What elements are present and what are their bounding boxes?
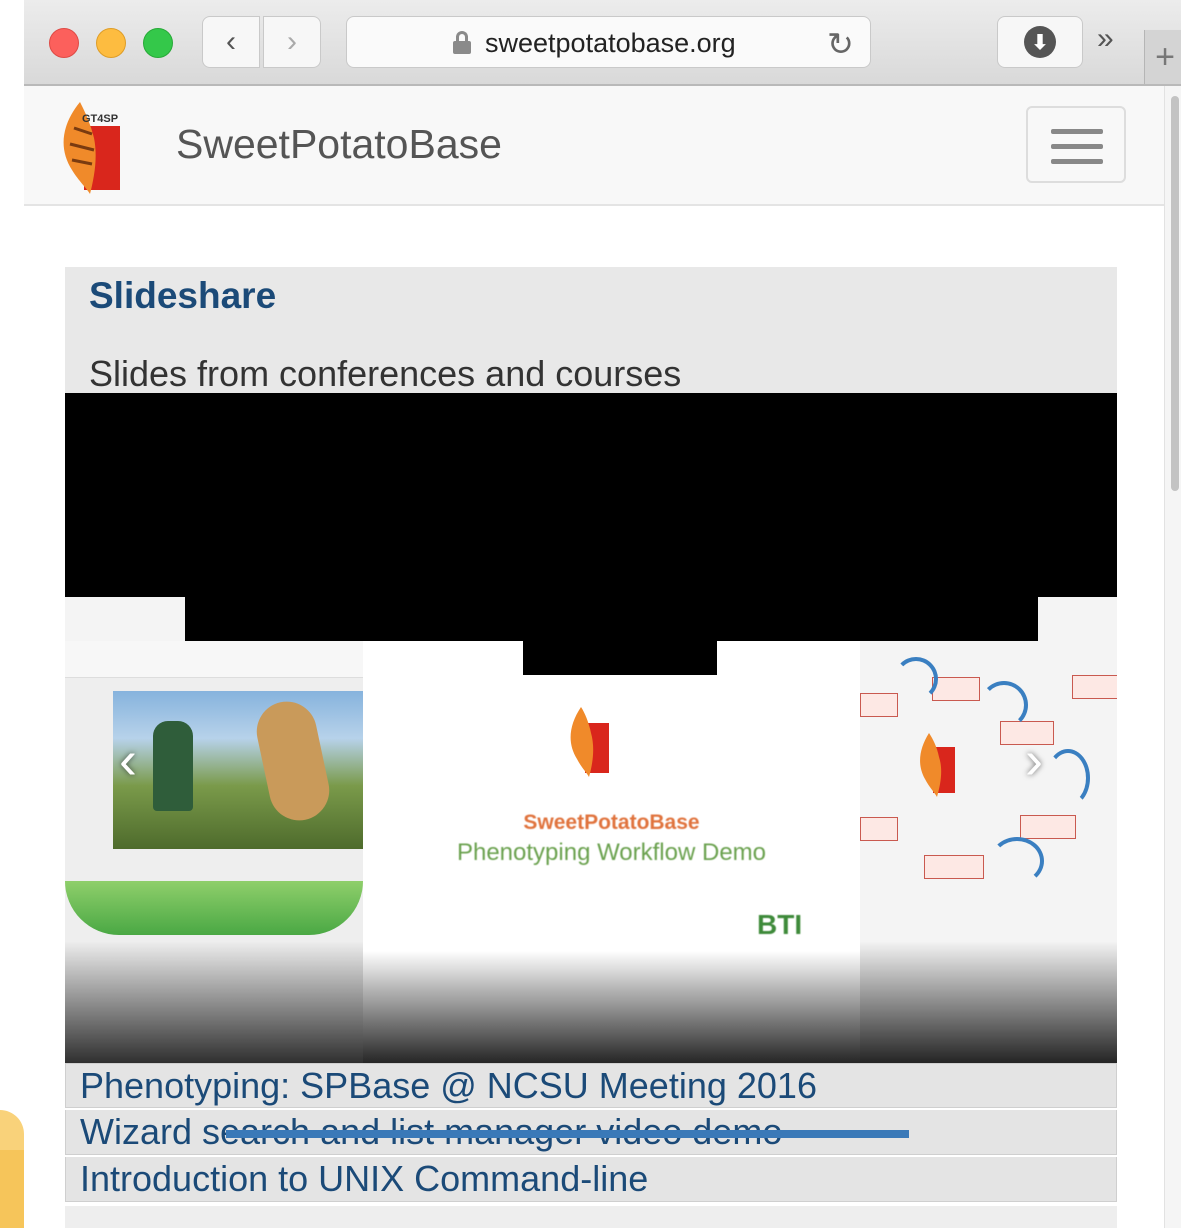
new-tab-button[interactable]: + xyxy=(1144,30,1181,84)
back-button[interactable]: ‹ xyxy=(202,16,260,68)
carousel-prev-icon[interactable]: ‹ xyxy=(119,729,137,791)
list-item[interactable]: Phenotyping: SPBase @ NCSU Meeting 2016 xyxy=(65,1063,1117,1108)
lock-icon xyxy=(453,31,471,54)
menu-icon xyxy=(1051,129,1103,134)
slide-carousel[interactable]: SweetPotatoBase Phenotyping Workflow Dem… xyxy=(65,393,1117,1063)
slideshare-panel-header: Slideshare Slides from conferences and c… xyxy=(65,267,1117,395)
slide-logo xyxy=(920,733,955,797)
plus-icon: + xyxy=(1155,37,1175,76)
list-item[interactable]: Introduction to UNIX Command-line xyxy=(65,1157,1117,1202)
decorative-wave xyxy=(65,881,363,935)
slide-logo xyxy=(570,707,609,777)
carousel-next-icon[interactable]: › xyxy=(1025,729,1043,791)
url-text: sweetpotatobase.org xyxy=(485,28,736,58)
panel-subtitle: Slides from conferences and courses xyxy=(89,353,682,394)
zoom-window-button[interactable] xyxy=(143,28,173,58)
minimize-window-button[interactable] xyxy=(96,28,126,58)
desktop-decoration xyxy=(0,1150,24,1228)
logo-text: GT4SP xyxy=(82,113,118,125)
panel-title: Slideshare xyxy=(89,275,277,316)
site-navbar: GT4SP SweetPotatoBase xyxy=(24,86,1164,206)
scrollbar-thumb[interactable] xyxy=(1171,96,1179,491)
bti-logo: BTI xyxy=(757,909,803,940)
carousel-footer xyxy=(65,1206,1117,1228)
browser-toolbar: ‹ › sweetpotatobase.org ↻ ⬇ » + xyxy=(24,0,1181,86)
chevron-left-icon: ‹ xyxy=(226,25,236,58)
menu-toggle-button[interactable] xyxy=(1026,106,1126,183)
gt4sp-logo[interactable]: GT4SP xyxy=(54,98,134,198)
forward-button[interactable]: › xyxy=(263,16,321,68)
address-bar[interactable]: sweetpotatobase.org ↻ xyxy=(346,16,871,68)
downloads-button[interactable]: ⬇ xyxy=(997,16,1083,68)
reload-icon[interactable]: ↻ xyxy=(827,25,854,63)
download-icon: ⬇ xyxy=(1024,26,1056,58)
progress-bar xyxy=(226,1130,909,1138)
slide-thumbnail-next[interactable] xyxy=(860,641,1117,1063)
slide-subtitle: Phenotyping Workflow Demo xyxy=(456,839,767,866)
more-icon[interactable]: » xyxy=(1097,22,1114,56)
field-photo xyxy=(113,691,363,849)
close-window-button[interactable] xyxy=(49,28,79,58)
desktop-edge xyxy=(0,0,24,1228)
chevron-right-icon: › xyxy=(287,25,297,58)
site-brand[interactable]: SweetPotatoBase xyxy=(176,121,502,168)
slide-title: SweetPotatoBase xyxy=(523,811,700,834)
web-page: GT4SP SweetPotatoBase Slideshare Slides … xyxy=(24,86,1164,1228)
